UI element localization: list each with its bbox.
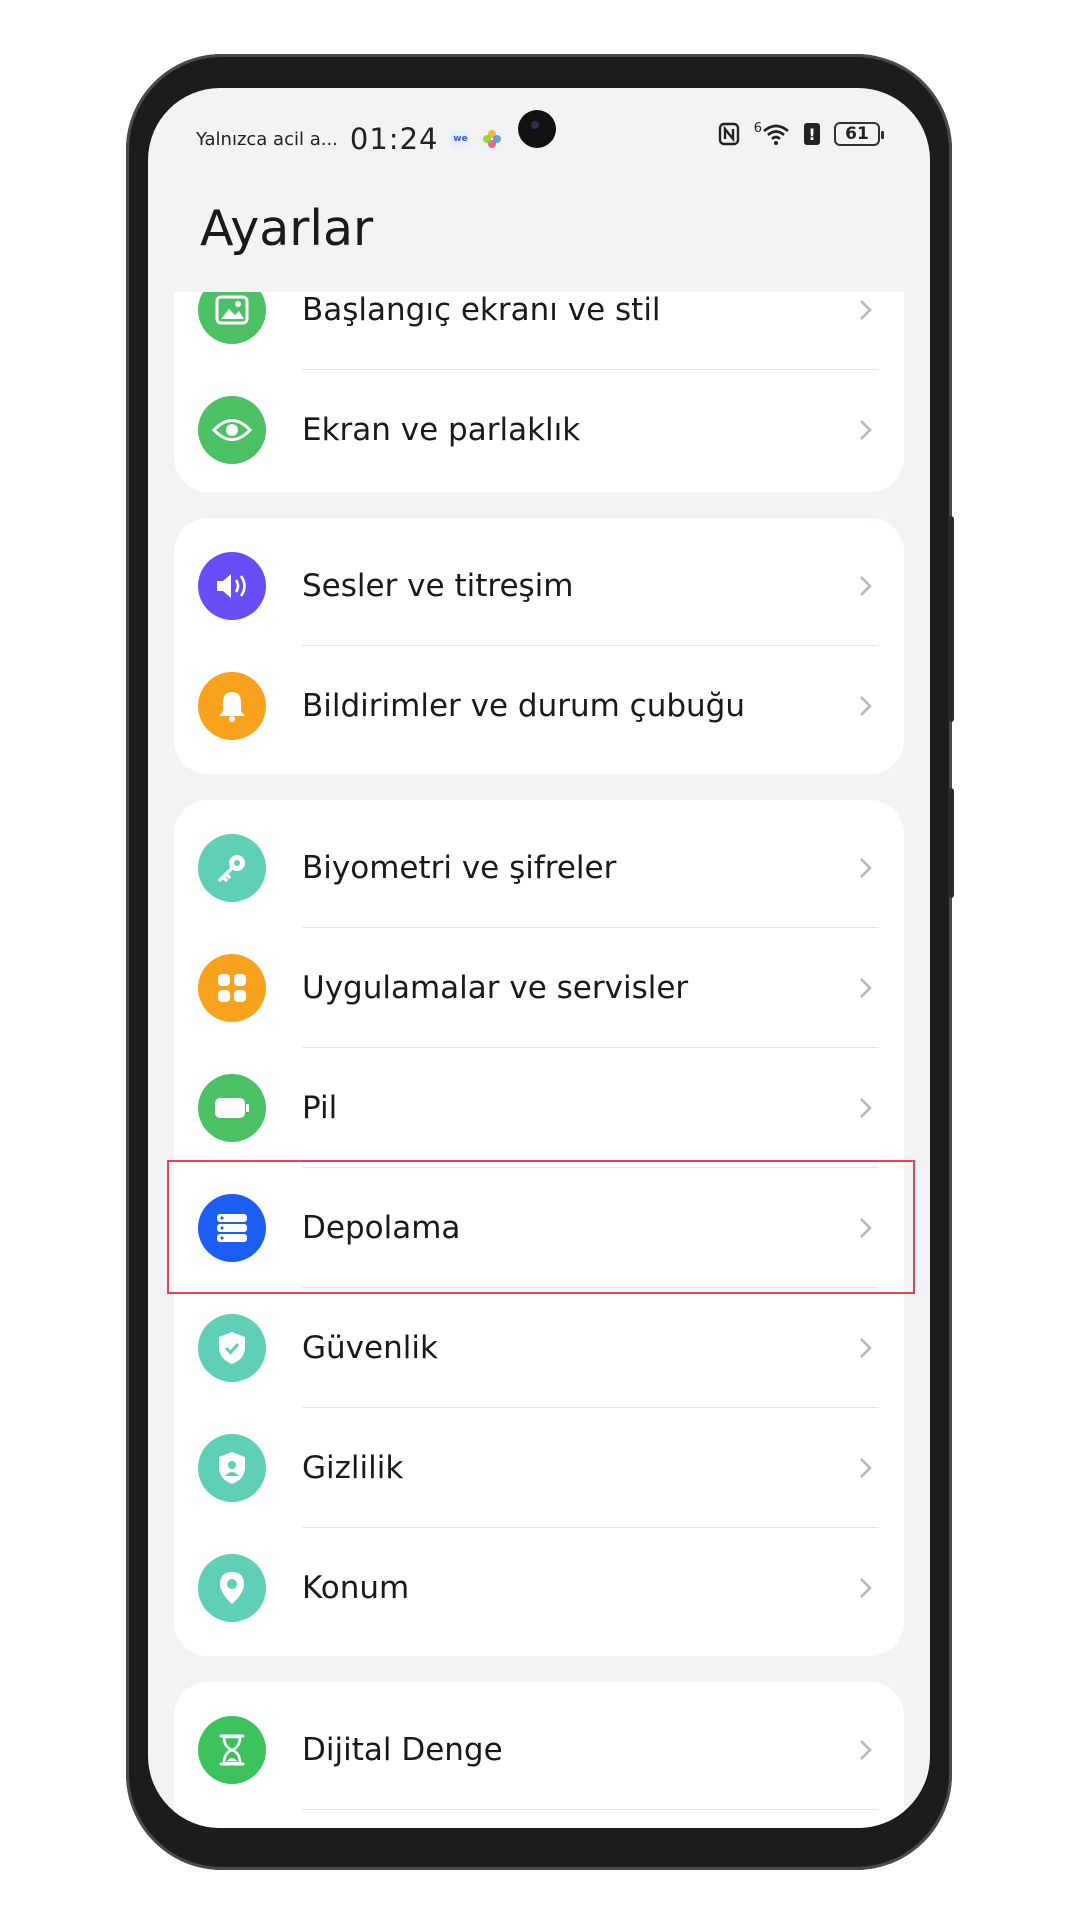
shield-check-icon xyxy=(198,1314,266,1382)
hourglass-icon xyxy=(198,1716,266,1784)
wifi-icon xyxy=(763,124,789,145)
settings-item-label: Dijital Denge xyxy=(302,1732,503,1768)
chevron-right-icon xyxy=(860,1098,872,1118)
settings-item-privacy[interactable]: Gizlilik xyxy=(174,1408,904,1528)
settings-item-security[interactable]: Güvenlik xyxy=(174,1288,904,1408)
divider xyxy=(302,1809,878,1810)
settings-item-display[interactable]: Ekran ve parlaklık xyxy=(174,370,904,490)
settings-group-display: Başlangıç ekranı ve stil Ekran ve parlak… xyxy=(174,292,904,492)
volume-icon xyxy=(198,552,266,620)
chevron-right-icon xyxy=(860,1338,872,1358)
battery-indicator: 61 xyxy=(834,122,884,146)
battery-alert-icon: ! xyxy=(804,123,820,145)
photos-notification-icon xyxy=(483,130,502,148)
eye-icon xyxy=(198,396,266,464)
settings-item-label: Pil xyxy=(302,1090,338,1126)
settings-item-label: Biyometri ve şifreler xyxy=(302,850,617,886)
settings-item-label: Konum xyxy=(302,1570,410,1606)
settings-item-label: Uygulamalar ve servisler xyxy=(302,970,689,1006)
settings-item-label: Başlangıç ekranı ve stil xyxy=(302,292,661,328)
battery-icon xyxy=(198,1074,266,1142)
settings-group-wellbeing: Dijital Denge xyxy=(174,1682,904,1828)
chevron-right-icon xyxy=(860,978,872,998)
grid-icon xyxy=(198,954,266,1022)
settings-item-sound[interactable]: Sesler ve titreşim xyxy=(174,526,904,646)
settings-item-battery[interactable]: Pil xyxy=(174,1048,904,1168)
chevron-right-icon xyxy=(860,696,872,716)
image-icon xyxy=(198,292,266,344)
app-notification-icon: we xyxy=(450,131,471,147)
chevron-right-icon xyxy=(860,420,872,440)
carrier-text: Yalnızca acil a... xyxy=(196,128,338,150)
bell-icon xyxy=(198,672,266,740)
settings-item-label: Güvenlik xyxy=(302,1330,438,1366)
volume-button xyxy=(948,516,954,722)
settings-item-label: Bildirimler ve durum çubuğu xyxy=(302,688,746,724)
settings-item-label: Gizlilik xyxy=(302,1450,404,1486)
chevron-right-icon xyxy=(860,1740,872,1760)
power-button xyxy=(948,788,954,898)
settings-item-biometrics[interactable]: Biyometri ve şifreler xyxy=(174,808,904,928)
battery-level: 61 xyxy=(845,124,869,144)
chevron-right-icon xyxy=(860,1458,872,1478)
nfc-icon xyxy=(718,122,739,146)
settings-item-location[interactable]: Konum xyxy=(174,1528,904,1648)
shield-user-icon xyxy=(198,1434,266,1502)
status-bar: Yalnızca acil a... 01:24 we 6 ! 61 xyxy=(148,88,930,178)
settings-item-label: Ekran ve parlaklık xyxy=(302,412,581,448)
settings-group-sound: Sesler ve titreşim Bildirimler ve durum … xyxy=(174,518,904,774)
chevron-right-icon xyxy=(860,1578,872,1598)
page-title: Ayarlar xyxy=(200,200,374,257)
location-pin-icon xyxy=(198,1554,266,1622)
settings-item-notifications[interactable]: Bildirimler ve durum çubuğu xyxy=(174,646,904,766)
settings-item-digital-balance[interactable]: Dijital Denge xyxy=(174,1690,904,1810)
network-type-label: 6 xyxy=(753,121,762,136)
annotation-highlight-box xyxy=(167,1160,915,1294)
settings-item-home-screen[interactable]: Başlangıç ekranı ve stil xyxy=(174,292,904,370)
chevron-right-icon xyxy=(860,858,872,878)
phone-screen: Yalnızca acil a... 01:24 we 6 ! 61 Ayarl… xyxy=(148,88,930,1828)
settings-list[interactable]: Başlangıç ekranı ve stil Ekran ve parlak… xyxy=(148,292,930,1828)
key-icon xyxy=(198,834,266,902)
front-camera xyxy=(518,110,556,148)
clock-time: 01:24 xyxy=(349,122,439,156)
settings-item-label: Sesler ve titreşim xyxy=(302,568,574,604)
settings-item-apps[interactable]: Uygulamalar ve servisler xyxy=(174,928,904,1048)
chevron-right-icon xyxy=(860,300,872,320)
chevron-right-icon xyxy=(860,576,872,596)
